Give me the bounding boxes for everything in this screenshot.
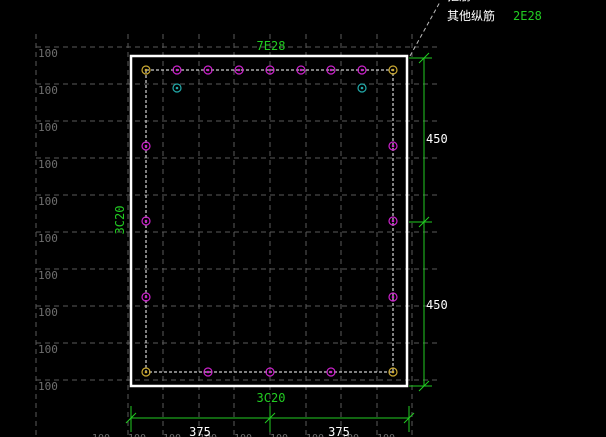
rebar-right-core xyxy=(391,295,395,299)
rebar-left-core xyxy=(144,144,148,148)
grid-row-label: 100 xyxy=(38,84,58,97)
rebar-left-core xyxy=(144,219,148,223)
rebar-bottom-core xyxy=(268,370,272,374)
grid-col-label: 100 xyxy=(128,433,146,437)
rebar-top-core xyxy=(237,68,241,72)
rebar-corner-core xyxy=(391,68,395,72)
legend-row2-label: 其他纵筋 xyxy=(447,8,495,23)
grid-col-label: 100 xyxy=(92,433,110,437)
grid-col-label: 100 xyxy=(377,433,395,437)
rebar-bottom-core xyxy=(329,370,333,374)
bottom-rebar-label[interactable]: 3C20 xyxy=(257,391,286,405)
grid-row-label: 100 xyxy=(38,47,58,60)
grid-row-label: 100 xyxy=(38,195,58,208)
bottom-dim-right-value: 375 xyxy=(328,425,350,437)
grid-row-label: 100 xyxy=(38,121,58,134)
rebar-corner-core xyxy=(144,68,148,72)
grid-row-label: 100 xyxy=(38,269,58,282)
rebar-corner-core xyxy=(391,370,395,374)
grid-col-label: 100 xyxy=(234,433,252,437)
grid-col-label: 100 xyxy=(163,433,181,437)
rebar-left-core xyxy=(144,295,148,299)
right-dim-lower-value: 450 xyxy=(426,298,448,312)
rebar-inner-core xyxy=(360,86,364,90)
canvas-background xyxy=(0,0,606,437)
top-rebar-label[interactable]: 7E28 xyxy=(257,39,286,53)
rebar-top-core xyxy=(206,68,210,72)
grid-row-label: 100 xyxy=(38,380,58,393)
rebar-right-core xyxy=(391,219,395,223)
bottom-dim-left-value: 375 xyxy=(189,425,211,437)
rebar-inner-core xyxy=(175,86,179,90)
grid-row-label: 100 xyxy=(38,343,58,356)
grid-col-label: 100 xyxy=(306,433,324,437)
rebar-top-core xyxy=(299,68,303,72)
grid-row-label: 100 xyxy=(38,232,58,245)
right-dim-upper-value: 450 xyxy=(426,132,448,146)
legend-row2-value: 2E28 xyxy=(513,9,542,23)
rebar-corner-core xyxy=(144,370,148,374)
legend-row1-value: 03 xyxy=(513,0,527,3)
grid-row-label: 100 xyxy=(38,306,58,319)
grid-col-label: 100 xyxy=(270,433,288,437)
rebar-bottom-core xyxy=(206,370,210,374)
drawing-canvas[interactable]: 100 100 100 100 100 100 100 100 100 100 100 100 100 1… xyxy=(0,0,606,437)
rebar-top-core xyxy=(268,68,272,72)
rebar-top-core xyxy=(175,68,179,72)
left-rebar-label[interactable]: 3C20 xyxy=(113,206,127,235)
grid-row-label: 100 xyxy=(38,158,58,171)
rebar-right-core xyxy=(391,144,395,148)
legend-row1-label: 箍筋 xyxy=(447,0,471,3)
rebar-top-core xyxy=(360,68,364,72)
rebar-top-core xyxy=(329,68,333,72)
